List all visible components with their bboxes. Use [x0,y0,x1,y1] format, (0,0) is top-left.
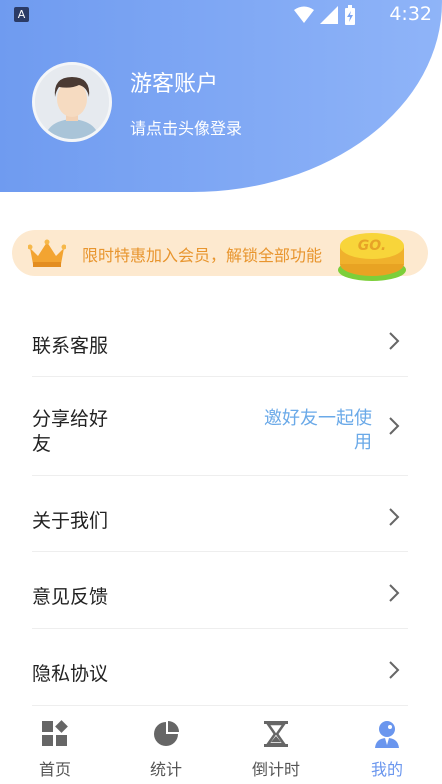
chevron-right-icon [389,661,400,679]
status-bar: A 4:32 [0,0,442,30]
menu-item-feedback[interactable]: 意见反馈 [32,552,408,629]
chevron-right-icon [389,417,400,435]
tab-home[interactable]: 首页 [20,720,90,780]
tab-label: 首页 [38,760,71,779]
menu-item-label: 联系客服 [32,335,109,357]
menu-item-label: 隐私协议 [32,663,109,685]
share-label-line2: 友 [32,433,52,455]
share-label-line1: 分享给好 [32,408,109,430]
pie-chart-icon [154,721,179,746]
chevron-right-icon [389,584,400,602]
signal-icon [320,6,338,24]
wifi-icon [294,6,314,23]
menu-item-privacy[interactable]: 隐私协议 [32,629,408,706]
tab-label: 统计 [149,760,182,779]
share-extra-line2: 用 [354,432,372,453]
settings-menu: 联系客服 分享给好 友 邀好友一起使 用 关于我们 意见反馈 隐私协议 [32,305,408,706]
menu-item-label: 分享给好 友 [32,407,108,457]
share-invite-text: 邀好友一起使 用 [264,407,372,455]
home-grid-icon [42,720,68,746]
share-extra-line1: 邀好友一起使 [264,408,372,429]
go-label: GO. [358,238,386,254]
notification-icon: A [14,7,29,22]
tab-mine[interactable]: 我的 [352,720,422,780]
login-hint: 请点击头像登录 [130,119,243,138]
bottom-tab-bar: 首页 统计 倒计时 我的 [0,708,442,784]
menu-item-contact[interactable]: 联系客服 [32,305,408,377]
default-avatar-icon [35,65,109,139]
profile-icon [375,721,399,748]
crown-icon [28,239,66,267]
status-time: 4:32 [389,3,432,25]
user-name: 游客账户 [130,72,219,97]
battery-icon [345,5,355,25]
menu-item-label: 意见反馈 [32,586,109,608]
tab-statistics[interactable]: 统计 [131,720,201,780]
tab-countdown[interactable]: 倒计时 [241,720,311,780]
tab-label: 倒计时 [251,760,300,779]
vip-banner-text: 限时特惠加入会员，解锁全部功能 [82,246,323,265]
tab-label: 我的 [370,760,403,779]
avatar[interactable] [32,62,112,142]
chevron-right-icon [389,332,400,350]
menu-item-about[interactable]: 关于我们 [32,476,408,552]
chevron-right-icon [389,508,400,526]
menu-item-share[interactable]: 分享给好 友 邀好友一起使 用 [32,377,408,476]
go-button[interactable]: GO. [336,226,408,288]
menu-item-label: 关于我们 [32,510,109,532]
hourglass-icon [264,721,288,747]
